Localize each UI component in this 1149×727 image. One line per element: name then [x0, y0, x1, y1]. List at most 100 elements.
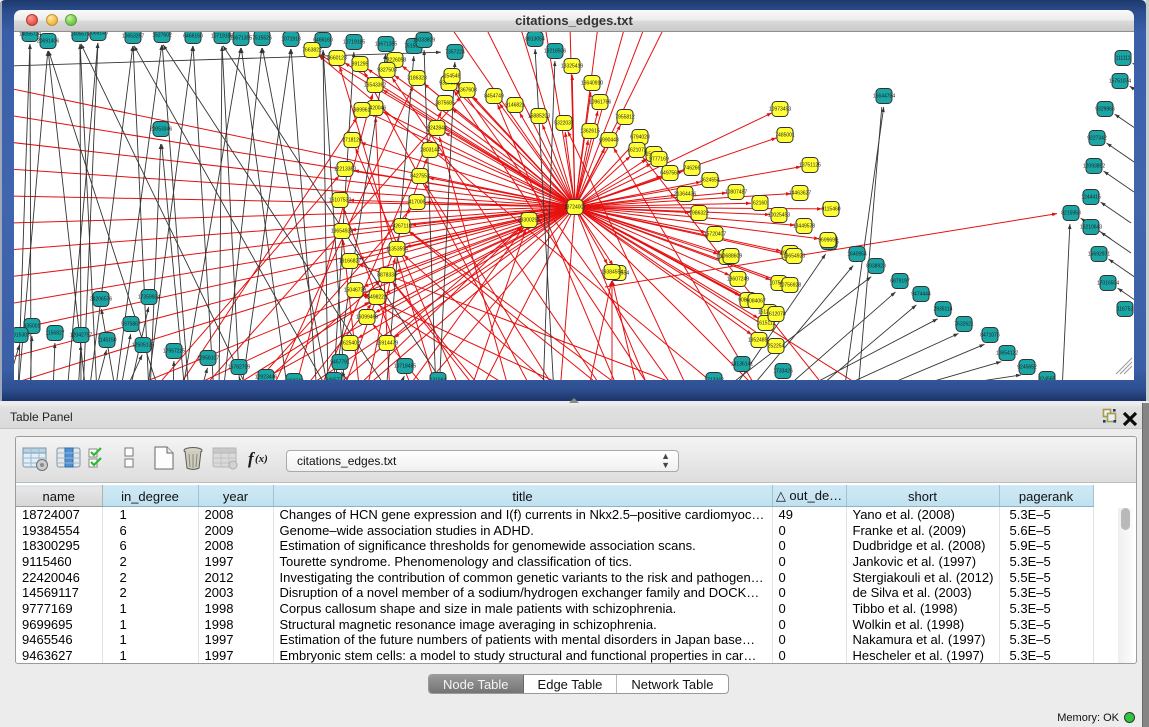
- svg-text:12213363: 12213363: [334, 167, 356, 173]
- svg-text:16543362: 16543362: [364, 83, 386, 89]
- svg-text:1244415: 1244415: [1081, 195, 1101, 201]
- svg-text:5498222: 5498222: [367, 295, 387, 301]
- svg-text:252254: 252254: [768, 344, 785, 350]
- svg-text:8878334: 8878334: [377, 273, 397, 279]
- svg-text:17359934: 17359934: [138, 295, 160, 301]
- svg-text:2935114: 2935114: [933, 307, 952, 313]
- svg-text:8427552: 8427552: [410, 174, 430, 180]
- svg-text:19218506: 19218506: [544, 49, 566, 55]
- svg-text:6879197: 6879197: [890, 279, 910, 285]
- svg-text:5322037: 5322037: [554, 121, 574, 127]
- svg-text:924565: 924565: [1039, 377, 1056, 381]
- svg-text:8938923: 8938923: [866, 264, 886, 270]
- svg-text:10807487: 10807487: [725, 190, 747, 196]
- svg-text:9457791: 9457791: [330, 360, 350, 366]
- svg-text:9084067: 9084067: [746, 299, 766, 305]
- svg-text:13449578: 13449578: [793, 224, 815, 230]
- svg-text:15751074: 15751074: [1109, 79, 1131, 85]
- svg-text:15720407: 15720407: [704, 232, 726, 238]
- svg-text:989961: 989961: [354, 108, 371, 114]
- svg-text:10025453: 10025453: [768, 213, 790, 219]
- svg-text:(x): (x): [255, 453, 268, 465]
- svg-text:2367608: 2367608: [457, 88, 477, 94]
- svg-text:7357224: 7357224: [445, 50, 465, 56]
- svg-text:1640954: 1640954: [847, 252, 867, 258]
- svg-text:6990448: 6990448: [599, 138, 619, 144]
- svg-text:12923446: 12923446: [255, 375, 277, 381]
- svg-text:1713342: 1713342: [704, 378, 724, 381]
- svg-text:20691406: 20691406: [37, 39, 59, 45]
- svg-text:2803144: 2803144: [420, 148, 440, 154]
- svg-text:7955812: 7955812: [615, 115, 635, 121]
- svg-text:10654122: 10654122: [996, 351, 1018, 357]
- svg-text:19654933: 19654933: [331, 229, 353, 235]
- svg-text:9327503: 9327503: [377, 68, 397, 74]
- svg-text:8660123: 8660123: [327, 56, 347, 62]
- svg-text:16914479: 16914479: [376, 341, 398, 347]
- svg-text:12042757: 12042757: [70, 333, 92, 339]
- svg-text:10958107: 10958107: [197, 356, 219, 362]
- svg-text:15692971: 15692971: [1088, 252, 1110, 258]
- svg-text:9227342: 9227342: [1087, 136, 1107, 142]
- svg-text:9242848: 9242848: [427, 126, 447, 132]
- svg-text:20053346: 20053346: [150, 127, 172, 133]
- svg-text:21364436: 21364436: [674, 192, 696, 198]
- svg-text:24206576: 24206576: [90, 297, 112, 303]
- svg-text:19166827: 19166827: [339, 259, 361, 265]
- svg-text:17016504: 17016504: [1097, 281, 1119, 287]
- svg-text:14136141: 14136141: [731, 362, 753, 368]
- svg-text:9474444: 9474444: [911, 292, 931, 298]
- svg-text:10653267: 10653267: [122, 34, 144, 40]
- svg-text:13325419: 13325419: [561, 64, 583, 70]
- svg-text:8215958: 8215958: [1061, 211, 1081, 217]
- svg-text:116753: 116753: [1117, 307, 1134, 313]
- svg-text:1145150: 1145150: [97, 338, 116, 344]
- svg-text:19654923: 19654923: [783, 254, 805, 260]
- svg-text:10756928: 10756928: [779, 283, 801, 289]
- svg-text:6466160: 6466160: [183, 34, 203, 40]
- svg-text:12505135: 12505135: [132, 343, 154, 349]
- svg-text:16671355: 16671355: [230, 36, 252, 42]
- svg-text:417006: 417006: [409, 200, 426, 206]
- svg-text:6497568: 6497568: [660, 171, 680, 177]
- svg-text:7515526: 7515526: [252, 36, 272, 42]
- svg-text:16640910: 16640910: [581, 81, 603, 87]
- svg-text:1612074: 1612074: [766, 312, 786, 318]
- svg-text:16099469: 16099469: [356, 315, 378, 321]
- svg-text:111111: 111111: [1116, 56, 1131, 62]
- svg-text:13751125: 13751125: [799, 163, 821, 169]
- svg-text:9146821: 9146821: [505, 103, 525, 109]
- svg-text:7485001: 7485001: [775, 133, 795, 139]
- svg-text:3186323: 3186323: [407, 76, 427, 82]
- svg-text:5975867: 5975867: [121, 322, 141, 328]
- svg-text:1362615: 1362615: [580, 129, 600, 135]
- svg-text:746266: 746266: [684, 166, 701, 172]
- svg-text:7625402: 7625402: [340, 341, 360, 347]
- svg-text:15885203: 15885203: [528, 114, 550, 120]
- svg-text:17957225: 17957225: [163, 349, 185, 355]
- svg-text:1071918: 1071918: [281, 37, 301, 43]
- svg-text:3915303: 3915303: [14, 333, 30, 339]
- svg-text:1292344: 1292344: [284, 379, 304, 381]
- svg-text:62160: 62160: [753, 201, 767, 207]
- svg-text:10973493: 10973493: [769, 107, 791, 113]
- svg-text:8454749: 8454749: [484, 94, 504, 100]
- svg-text:7986322: 7986322: [689, 211, 709, 217]
- svg-text:1405571: 1405571: [70, 32, 90, 38]
- svg-text:7663822: 7663822: [302, 48, 322, 54]
- svg-text:15046738: 15046738: [344, 288, 366, 294]
- svg-text:10961766: 10961766: [589, 100, 611, 106]
- svg-text:16671355: 16671355: [375, 42, 397, 48]
- svg-text:16033809: 16033809: [413, 38, 435, 44]
- svg-text:9245652: 9245652: [1017, 365, 1037, 371]
- svg-text:154546: 154546: [444, 74, 461, 80]
- svg-text:2069140: 2069140: [88, 32, 108, 37]
- svg-text:14463627: 14463627: [789, 191, 811, 197]
- svg-text:9115460: 9115460: [821, 207, 840, 213]
- svg-text:3624554: 3624554: [700, 178, 720, 184]
- svg-text:16107532: 16107532: [329, 198, 351, 204]
- svg-text:7632621: 7632621: [954, 322, 974, 328]
- svg-text:13718485: 13718485: [394, 364, 416, 370]
- svg-text:8471076: 8471076: [980, 333, 1000, 339]
- svg-text:10688609: 10688609: [720, 254, 742, 260]
